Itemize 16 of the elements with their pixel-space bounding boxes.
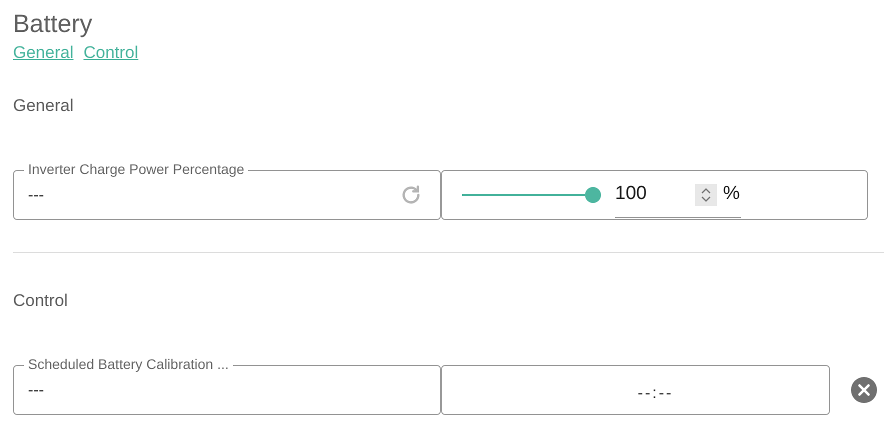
- clear-icon[interactable]: [851, 377, 877, 403]
- number-input[interactable]: 100: [615, 180, 695, 209]
- time-value: --:--: [638, 384, 674, 404]
- unit-label: %: [723, 182, 740, 206]
- slider[interactable]: [462, 187, 601, 203]
- spinner-icon[interactable]: [695, 184, 717, 206]
- refresh-icon[interactable]: [400, 184, 422, 206]
- time-field[interactable]: --:--: [441, 365, 830, 415]
- field-label: Inverter Charge Power Percentage: [24, 161, 248, 177]
- page-title: Battery: [13, 9, 94, 40]
- field-value: ---: [28, 381, 44, 401]
- section-heading: General: [13, 95, 74, 117]
- field-value: ---: [28, 186, 44, 206]
- section-heading: Control: [13, 290, 69, 312]
- slider-thumb[interactable]: [585, 187, 601, 203]
- field-label: Scheduled Battery Calibration ...: [24, 356, 233, 372]
